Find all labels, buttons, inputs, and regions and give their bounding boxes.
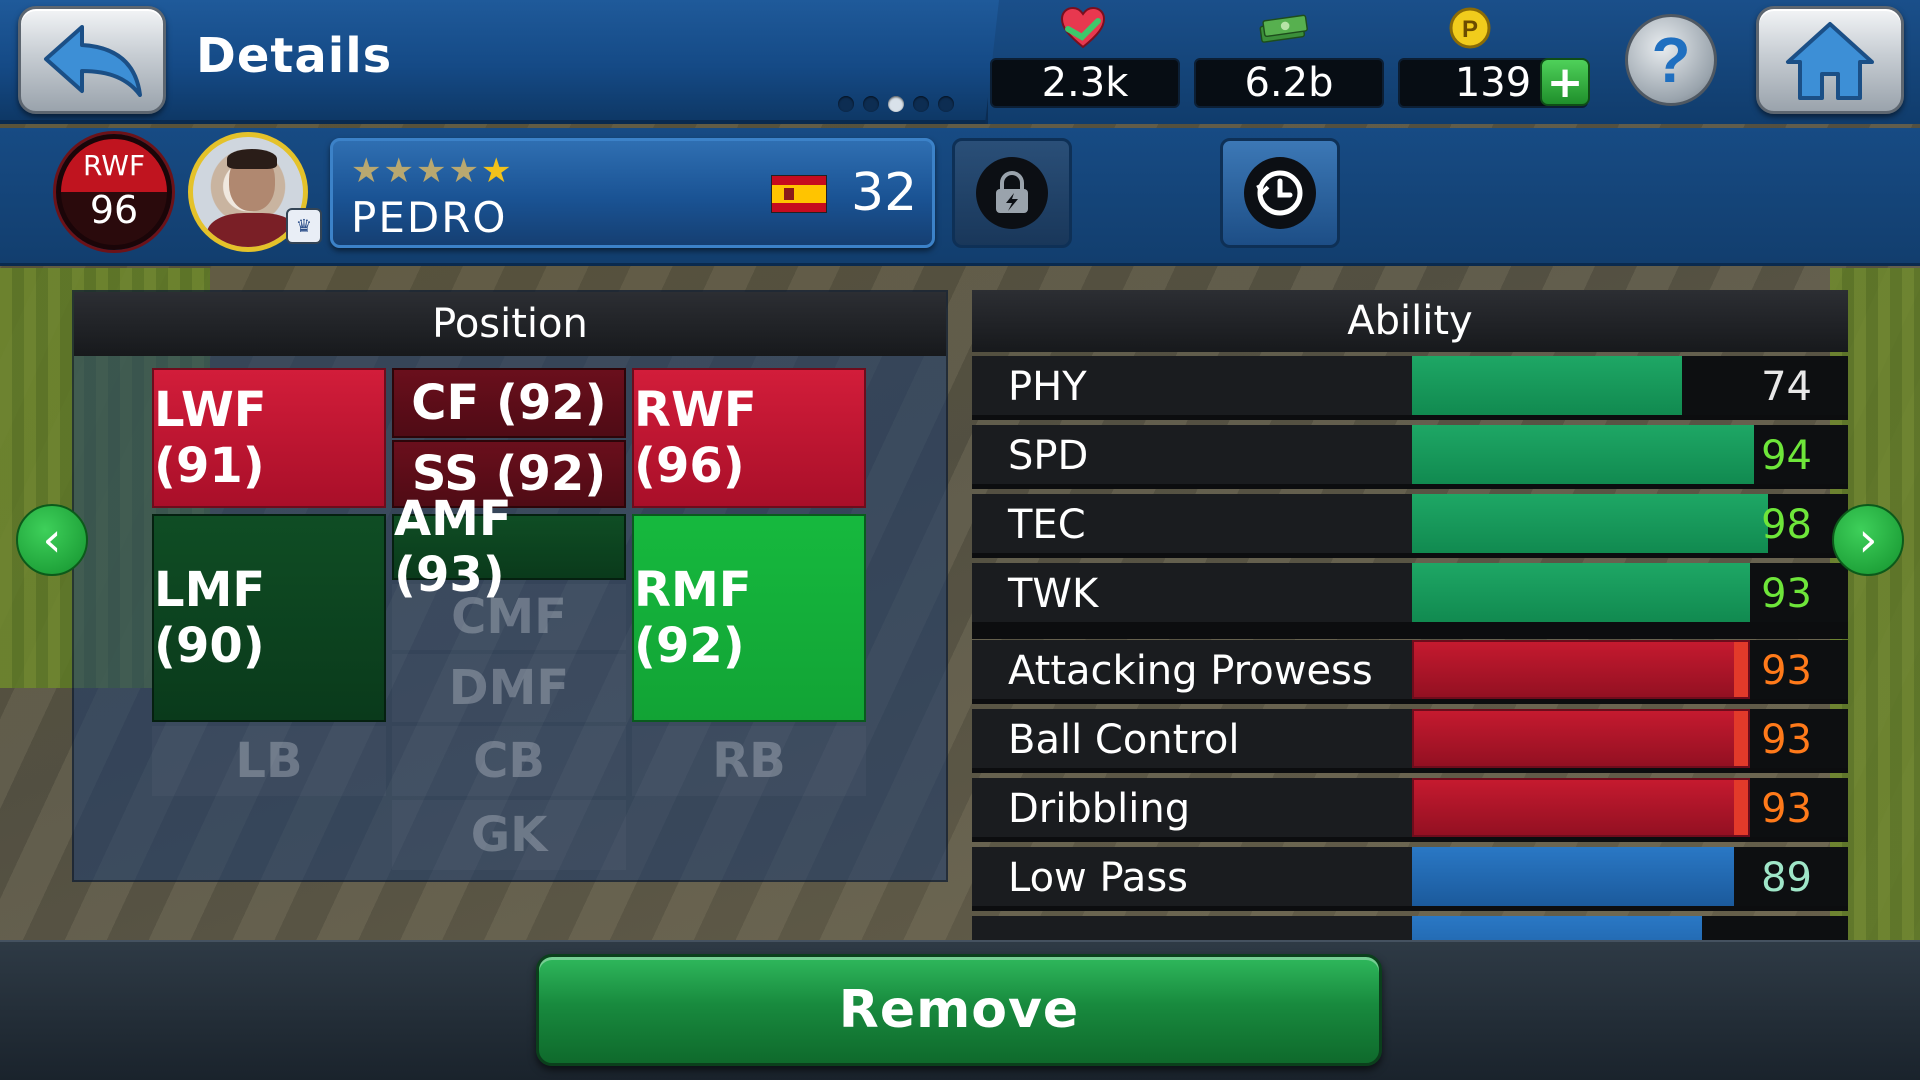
position-panel-header: Position xyxy=(74,292,946,356)
lock-contract-button[interactable] xyxy=(952,138,1072,248)
ability-bar xyxy=(1412,425,1754,484)
position-rating-badge: RWF 96 xyxy=(56,134,172,250)
coin-icon: P xyxy=(1445,6,1495,50)
ability-label: Low Pass xyxy=(1008,855,1188,901)
svg-text:P: P xyxy=(1462,16,1478,43)
ability-value: 74 xyxy=(1761,364,1812,410)
question-icon: ? xyxy=(1651,24,1691,96)
page-dot xyxy=(913,96,929,112)
position-lb[interactable]: LB xyxy=(152,726,386,796)
ability-value: 89 xyxy=(1761,855,1812,901)
ability-row: TWK 93 xyxy=(972,563,1848,627)
ability-bar xyxy=(1412,356,1682,415)
ability-row: PHY 74 xyxy=(972,356,1848,420)
back-button[interactable] xyxy=(18,6,166,114)
spain-flag-icon xyxy=(771,175,827,213)
position-amf[interactable]: AMF (93) xyxy=(392,491,626,603)
ability-label: TWK xyxy=(1008,571,1099,617)
remove-button[interactable]: Remove xyxy=(536,954,1382,1066)
previous-player-button[interactable]: ‹ xyxy=(16,504,88,576)
help-button[interactable]: ? xyxy=(1625,14,1717,106)
ability-row: Dribbling 93 xyxy=(972,778,1848,842)
clock-history-icon xyxy=(1256,170,1303,216)
star-rating: ★★★★★ xyxy=(351,151,513,191)
chevron-right-icon: › xyxy=(1858,512,1878,568)
ability-row: Low Pass 89 xyxy=(972,847,1848,911)
ability-value: 93 xyxy=(1761,717,1812,763)
ability-value: 94 xyxy=(1761,433,1812,479)
page-dot xyxy=(938,96,954,112)
gp-heart-icon xyxy=(1058,6,1108,50)
ability-label: Attacking Prowess xyxy=(1008,648,1373,694)
chevron-left-icon: ‹ xyxy=(42,512,62,568)
player-age: 32 xyxy=(851,163,918,223)
player-name: PEDRO xyxy=(351,193,508,242)
padlock-icon xyxy=(996,170,1028,213)
ability-panel: Ability PHY 74 SPD 94 TEC 98 TWK 93 Atta… xyxy=(972,290,1848,940)
position-cmf[interactable]: CMF xyxy=(392,584,626,650)
add-coins-button[interactable]: + xyxy=(1540,56,1590,108)
page-title: Details xyxy=(196,28,393,84)
plus-icon: + xyxy=(1546,56,1584,108)
star-icon: ★ xyxy=(351,151,384,191)
ability-row: Ball Control 93 xyxy=(972,709,1848,773)
ability-label: Ball Control xyxy=(1008,717,1240,763)
position-lwf[interactable]: LWF (91) xyxy=(152,368,386,508)
ability-bar xyxy=(1412,709,1750,768)
ability-row: Attacking Prowess 93 xyxy=(972,640,1848,704)
money-counter: 6.2b xyxy=(1194,58,1384,108)
ability-value: 98 xyxy=(1761,502,1812,548)
position-rmf[interactable]: RMF (92) xyxy=(632,514,866,722)
star-icon: ★ xyxy=(415,151,449,191)
ability-value: 93 xyxy=(1761,648,1812,694)
next-player-button[interactable]: › xyxy=(1832,504,1904,576)
ability-label: PHY xyxy=(1008,364,1087,410)
position-dmf[interactable]: DMF xyxy=(392,654,626,722)
ability-divider xyxy=(972,627,1848,639)
position-lmf[interactable]: LMF (90) xyxy=(152,514,386,722)
position-rwf[interactable]: RWF (96) xyxy=(632,368,866,508)
player-position: RWF xyxy=(82,148,146,182)
position-gk[interactable]: GK xyxy=(392,800,626,870)
ability-row: TEC 98 xyxy=(972,494,1848,558)
gp-counter: 2.3k xyxy=(990,58,1180,108)
star-icon: ★ xyxy=(448,151,481,191)
page-indicator xyxy=(838,96,954,112)
back-arrow-icon xyxy=(44,25,142,97)
money-icon xyxy=(1258,6,1308,50)
page-dot xyxy=(863,96,879,112)
star-icon: ★ xyxy=(480,151,514,191)
position-cf[interactable]: CF (92) xyxy=(392,368,626,438)
ability-panel-header: Ability xyxy=(972,290,1848,352)
ability-bar xyxy=(1412,778,1750,837)
page-dot xyxy=(838,96,854,112)
ability-label: TEC xyxy=(1008,502,1086,548)
player-name-panel: ★★★★★ PEDRO 32 xyxy=(330,138,935,248)
star-icon: ★ xyxy=(383,151,416,191)
ability-bar xyxy=(1412,494,1768,553)
club-crest-icon: ♛ xyxy=(286,208,322,244)
player-rating: 96 xyxy=(89,187,139,232)
ability-row-partial xyxy=(972,916,1848,940)
home-button[interactable] xyxy=(1756,6,1904,114)
page-dot-active xyxy=(888,96,904,112)
ability-label: Dribbling xyxy=(1008,786,1191,832)
position-cb[interactable]: CB xyxy=(392,726,626,796)
home-icon xyxy=(1786,22,1874,100)
ability-bar xyxy=(1412,916,1702,940)
ability-row: SPD 94 xyxy=(972,425,1848,489)
ability-value: 93 xyxy=(1761,571,1812,617)
ability-bar xyxy=(1412,847,1734,906)
position-rb[interactable]: RB xyxy=(632,726,866,796)
ability-bar xyxy=(1412,563,1750,622)
ability-value: 93 xyxy=(1761,786,1812,832)
history-button[interactable] xyxy=(1220,138,1340,248)
ability-bar xyxy=(1412,640,1750,699)
ability-label: SPD xyxy=(1008,433,1089,479)
